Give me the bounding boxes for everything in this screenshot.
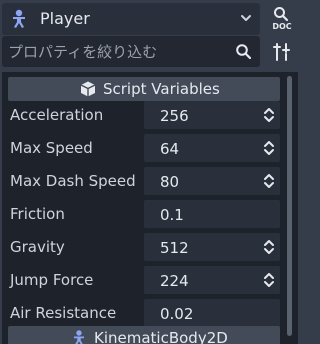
property-label: Max Dash Speed	[10, 172, 136, 190]
property-value-field[interactable]: 224	[144, 266, 280, 294]
property-label: Air Resistance	[10, 304, 117, 322]
up-down-spinner-icon[interactable]	[262, 237, 276, 257]
property-value: 0.1	[160, 206, 184, 224]
property-value: 80	[160, 173, 180, 191]
property-value: 224	[160, 272, 189, 290]
search-icon	[236, 44, 252, 60]
scrollbar[interactable]	[284, 72, 294, 344]
scrollbar-thumb[interactable]	[287, 76, 292, 336]
property-label: Gravity	[10, 238, 65, 256]
property-value-field[interactable]: 0.1	[144, 200, 280, 228]
doc-label: DOC	[272, 22, 292, 31]
magnifier-icon	[274, 7, 289, 22]
property-value-field[interactable]: 256	[144, 101, 280, 129]
property-label: Friction	[10, 205, 65, 223]
up-down-spinner-icon[interactable]	[262, 171, 276, 191]
section-title: Script Variables	[103, 80, 220, 98]
property-value: 256	[160, 107, 189, 125]
property-label: Max Speed	[10, 139, 93, 157]
chevron-down-icon	[241, 15, 251, 21]
property-row: Gravity 512	[8, 232, 280, 262]
filter-properties-input[interactable]	[8, 39, 228, 64]
property-row: Air Resistance 0.02	[8, 298, 280, 328]
up-down-spinner-icon[interactable]	[262, 138, 276, 158]
property-row: Friction 0.1	[8, 199, 280, 229]
property-value-field[interactable]: 80	[144, 167, 280, 195]
property-row: Max Dash Speed 80	[8, 166, 280, 196]
property-value-field[interactable]: 64	[144, 134, 280, 162]
property-value: 0.02	[160, 305, 194, 323]
kinematic-body-node-icon	[74, 330, 84, 344]
section-header-script-variables[interactable]: Script Variables	[8, 77, 280, 101]
section-header-kinematicbody2d[interactable]: KinematicBody2D	[8, 326, 280, 344]
up-down-spinner-icon[interactable]	[262, 270, 276, 290]
filter-row	[0, 36, 300, 70]
property-row: Acceleration 256	[8, 100, 280, 130]
filter-properties-field[interactable]	[2, 36, 260, 67]
property-label: Jump Force	[10, 271, 94, 289]
tools-icon	[273, 43, 290, 61]
inspector-settings-button[interactable]	[266, 38, 296, 66]
property-row: Max Speed 64	[8, 133, 280, 163]
object-selector-row: Player DOC	[0, 0, 300, 38]
property-label: Acceleration	[10, 106, 104, 124]
property-value-field[interactable]: 0.02	[144, 299, 280, 327]
inspector-properties-panel: Script Variables Acceleration 256 Max Spee…	[2, 72, 298, 344]
section-title: KinematicBody2D	[94, 329, 228, 344]
cube-icon	[80, 81, 96, 97]
property-value-field[interactable]: 512	[144, 233, 280, 261]
open-documentation-button[interactable]: DOC	[266, 3, 296, 35]
property-value: 64	[160, 140, 180, 158]
node-selector[interactable]: Player	[2, 3, 260, 35]
property-value: 512	[160, 239, 189, 257]
kinematic-body-node-icon	[13, 9, 25, 28]
up-down-spinner-icon[interactable]	[262, 105, 276, 125]
node-name: Player	[40, 9, 90, 28]
property-row: Jump Force 224	[8, 265, 280, 295]
